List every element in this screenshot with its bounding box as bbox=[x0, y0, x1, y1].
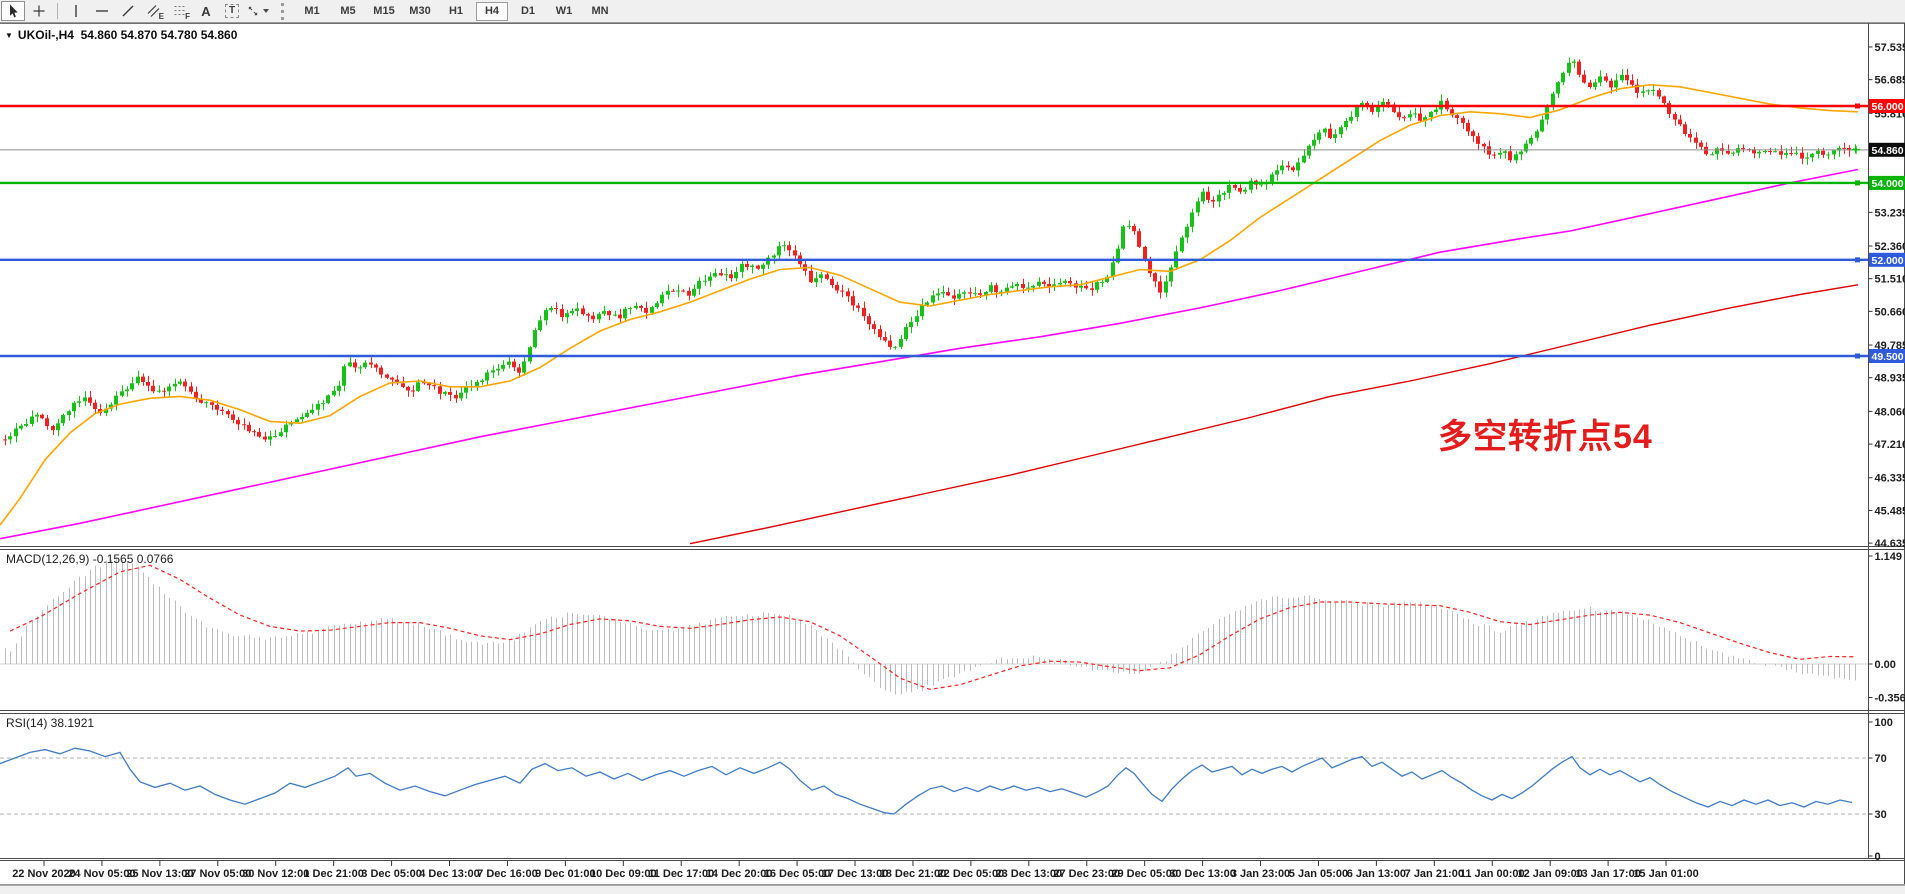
svg-text:7 Jan 21:00: 7 Jan 21:00 bbox=[1405, 868, 1464, 880]
svg-text:14 Dec 20:00: 14 Dec 20:00 bbox=[706, 868, 773, 880]
hline-handle[interactable] bbox=[1855, 353, 1860, 358]
rsi-indicator-label: RSI(14) 38.1921 bbox=[6, 716, 94, 730]
svg-text:13 Jan 17:00: 13 Jan 17:00 bbox=[1575, 868, 1640, 880]
cursor-tool-button[interactable] bbox=[1, 1, 25, 21]
svg-text:0: 0 bbox=[1875, 851, 1881, 863]
timeframe-button-m5[interactable]: M5 bbox=[332, 2, 364, 21]
svg-text:0.00: 0.00 bbox=[1875, 659, 1896, 671]
timeframe-button-d1[interactable]: D1 bbox=[512, 2, 544, 21]
svg-text:30 Nov 12:00: 30 Nov 12:00 bbox=[242, 868, 309, 880]
chart-annotation-text[interactable]: 多空转折点54 bbox=[1438, 419, 1653, 456]
timeframe-button-mn[interactable]: MN bbox=[584, 2, 616, 21]
fibonacci-badge: F bbox=[185, 12, 190, 21]
svg-text:54.860: 54.860 bbox=[1872, 145, 1904, 157]
svg-text:11 Dec 17:00: 11 Dec 17:00 bbox=[648, 868, 714, 880]
equidistant-channel-tool-button[interactable]: E bbox=[142, 1, 166, 21]
fibonacci-tool-button[interactable]: F bbox=[168, 1, 192, 21]
svg-text:27 Dec 23:00: 27 Dec 23:00 bbox=[1053, 868, 1120, 880]
timeframe-button-m1[interactable]: M1 bbox=[296, 2, 328, 21]
svg-text:51.510: 51.510 bbox=[1875, 274, 1905, 286]
svg-text:49.500: 49.500 bbox=[1872, 351, 1904, 363]
svg-text:52.000: 52.000 bbox=[1872, 255, 1904, 267]
cursor-icon bbox=[5, 3, 21, 19]
status-strip bbox=[0, 885, 1905, 894]
svg-text:10 Dec 09:00: 10 Dec 09:00 bbox=[590, 868, 657, 880]
svg-text:100: 100 bbox=[1875, 717, 1893, 729]
svg-text:29 Dec 05:00: 29 Dec 05:00 bbox=[1111, 868, 1178, 880]
crosshair-icon bbox=[31, 3, 47, 19]
svg-text:4 Dec 13:00: 4 Dec 13:00 bbox=[419, 868, 480, 880]
horizontal-line-tool-button[interactable] bbox=[90, 1, 114, 21]
text-tool-button[interactable]: A bbox=[194, 1, 218, 21]
collapse-arrow-icon[interactable]: ▼ bbox=[5, 31, 13, 40]
svg-text:44.635: 44.635 bbox=[1875, 538, 1905, 550]
svg-text:48.935: 48.935 bbox=[1875, 373, 1905, 385]
text-label-icon: T bbox=[225, 4, 239, 18]
svg-text:56.685: 56.685 bbox=[1875, 75, 1905, 87]
trendline-icon bbox=[120, 3, 136, 19]
svg-text:70: 70 bbox=[1875, 753, 1887, 765]
svg-text:57.535: 57.535 bbox=[1875, 42, 1905, 54]
svg-text:3 Jan 23:00: 3 Jan 23:00 bbox=[1231, 868, 1290, 880]
svg-text:16 Dec 05:00: 16 Dec 05:00 bbox=[764, 868, 831, 880]
vertical-line-tool-button[interactable] bbox=[64, 1, 88, 21]
svg-text:9 Dec 01:00: 9 Dec 01:00 bbox=[535, 868, 596, 880]
svg-text:15 Jan 01:00: 15 Jan 01:00 bbox=[1633, 868, 1698, 880]
crosshair-tool-button[interactable] bbox=[27, 1, 51, 21]
symbol-title-text: UKOil-,H4 54.860 54.870 54.780 54.860 bbox=[18, 28, 238, 42]
text-icon: A bbox=[201, 5, 210, 18]
svg-text:1.149: 1.149 bbox=[1875, 551, 1903, 563]
vertical-line-icon bbox=[68, 3, 84, 19]
svg-text:5 Jan 05:00: 5 Jan 05:00 bbox=[1289, 868, 1348, 880]
svg-text:11 Jan 00:00: 11 Jan 00:00 bbox=[1460, 868, 1525, 880]
hline-handle[interactable] bbox=[1855, 257, 1860, 262]
timeframe-button-h4[interactable]: H4 bbox=[476, 2, 508, 21]
svg-text:48.060: 48.060 bbox=[1875, 406, 1905, 418]
svg-text:22 Nov 2020: 22 Nov 2020 bbox=[12, 868, 76, 880]
svg-text:46.335: 46.335 bbox=[1875, 473, 1905, 485]
toolbar-separator bbox=[57, 3, 58, 19]
svg-text:30: 30 bbox=[1875, 809, 1887, 821]
svg-text:54.000: 54.000 bbox=[1872, 178, 1904, 190]
timeframe-toolbar: M1M5M15M30H1H4D1W1MN bbox=[294, 0, 618, 22]
timeframe-button-m30[interactable]: M30 bbox=[404, 2, 436, 21]
svg-text:56.000: 56.000 bbox=[1872, 101, 1904, 113]
trendline-tool-button[interactable] bbox=[116, 1, 140, 21]
timeframe-button-w1[interactable]: W1 bbox=[548, 2, 580, 21]
svg-text:50.660: 50.660 bbox=[1875, 306, 1905, 318]
dropdown-caret-icon[interactable] bbox=[263, 9, 269, 13]
hline-handle[interactable] bbox=[1855, 180, 1860, 185]
timeframe-button-m15[interactable]: M15 bbox=[368, 2, 400, 21]
text-label-tool-button[interactable]: T bbox=[220, 1, 244, 21]
horizontal-line-icon bbox=[94, 3, 110, 19]
svg-text:30 Dec 13:00: 30 Dec 13:00 bbox=[1169, 868, 1236, 880]
timeframe-button-h1[interactable]: H1 bbox=[440, 2, 472, 21]
equidistant-channel-badge: E bbox=[159, 12, 164, 21]
svg-text:53.235: 53.235 bbox=[1875, 207, 1905, 219]
arrow-objects-icon bbox=[247, 3, 259, 19]
svg-text:52.360: 52.360 bbox=[1875, 241, 1905, 253]
arrow-objects-tool-button[interactable] bbox=[246, 1, 270, 21]
symbol-ohlc-title: ▼ UKOil-,H4 54.860 54.870 54.780 54.860 bbox=[5, 28, 237, 42]
svg-text:17 Dec 13:00: 17 Dec 13:00 bbox=[822, 868, 889, 880]
svg-text:7 Dec 16:00: 7 Dec 16:00 bbox=[477, 868, 538, 880]
svg-text:6 Jan 13:00: 6 Jan 13:00 bbox=[1347, 868, 1406, 880]
svg-text:22 Dec 05:00: 22 Dec 05:00 bbox=[938, 868, 1005, 880]
svg-text:47.210: 47.210 bbox=[1875, 439, 1905, 451]
svg-text:-0.3563: -0.3563 bbox=[1875, 692, 1905, 704]
svg-text:45.485: 45.485 bbox=[1875, 505, 1905, 517]
macd-indicator-label: MACD(12,26,9) -0.1565 0.0766 bbox=[6, 552, 173, 566]
toolbar: E F A T M1M5M15M30H1H4D1W1MN bbox=[0, 0, 1905, 23]
svg-text:23 Dec 13:00: 23 Dec 13:00 bbox=[995, 868, 1062, 880]
svg-text:12 Jan 09:00: 12 Jan 09:00 bbox=[1517, 868, 1582, 880]
hline-handle[interactable] bbox=[1855, 104, 1860, 109]
svg-text:18 Dec 21:00: 18 Dec 21:00 bbox=[880, 868, 947, 880]
svg-text:1 Dec 21:00: 1 Dec 21:00 bbox=[303, 868, 364, 880]
svg-text:3 Dec 05:00: 3 Dec 05:00 bbox=[361, 868, 422, 880]
toolbar-grip bbox=[281, 3, 287, 20]
drawing-toolbar: EFAT bbox=[0, 0, 271, 22]
